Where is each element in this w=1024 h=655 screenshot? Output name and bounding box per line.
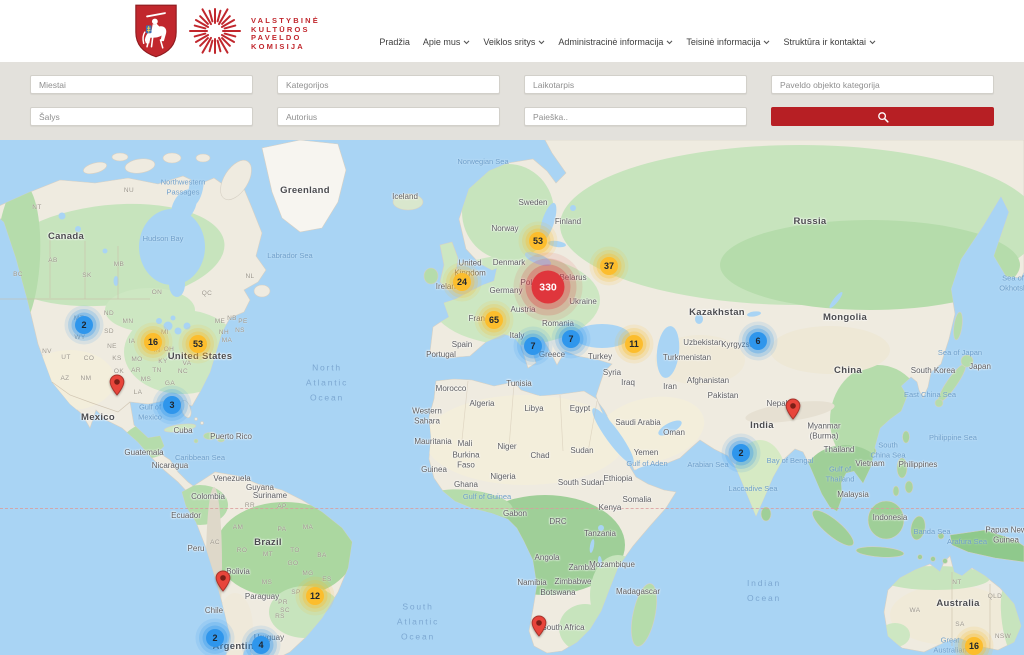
nav-item-label: Struktūra ir kontaktai: [783, 37, 866, 47]
vkpk-sunburst-logo: [188, 4, 242, 58]
chevron-down-icon: [538, 40, 545, 45]
filter-input-kategorijos[interactable]: [277, 75, 500, 94]
chevron-down-icon: [869, 40, 876, 45]
cluster-marker[interactable]: 330: [532, 271, 565, 304]
cluster-marker[interactable]: 7: [562, 330, 580, 348]
cluster-count: 16: [965, 637, 983, 655]
cluster-count: 330: [532, 271, 565, 304]
cluster-marker[interactable]: 6: [749, 332, 767, 350]
cluster-count: 6: [749, 332, 767, 350]
cluster-count: 53: [189, 335, 207, 353]
cluster-marker[interactable]: 2: [206, 629, 224, 647]
nav-item-label: Pradžia: [379, 37, 410, 47]
cluster-marker[interactable]: 3: [163, 396, 181, 414]
cluster-count: 3: [163, 396, 181, 414]
org-name: VALSTYBINĖ KULTŪROS PAVELDO KOMISIJA: [251, 17, 320, 51]
cluster-count: 2: [75, 316, 93, 334]
cluster-marker[interactable]: 53: [529, 232, 547, 250]
cluster-count: 2: [732, 444, 750, 462]
cluster-count: 7: [562, 330, 580, 348]
nav-item-label: Teisinė informacija: [686, 37, 760, 47]
org-name-line: KOMISIJA: [251, 43, 320, 52]
nav-item-teisinė-informacija[interactable]: Teisinė informacija: [686, 37, 770, 47]
nav-item-struktūra-ir-kontaktai[interactable]: Struktūra ir kontaktai: [783, 37, 876, 47]
map-pin[interactable]: [786, 398, 801, 420]
cluster-count: 24: [453, 273, 471, 291]
cluster-marker[interactable]: 2: [732, 444, 750, 462]
cluster-count: 12: [306, 587, 324, 605]
filter-input-paieška[interactable]: [524, 107, 747, 126]
cluster-marker[interactable]: 4: [252, 636, 270, 654]
cluster-marker[interactable]: 16: [965, 637, 983, 655]
cluster-marker[interactable]: 37: [600, 257, 618, 275]
filter-bar: [0, 62, 1024, 140]
cluster-marker[interactable]: 12: [306, 587, 324, 605]
cluster-count: 7: [524, 337, 542, 355]
nav-item-label: Veiklos sritys: [483, 37, 535, 47]
cluster-count: 37: [600, 257, 618, 275]
cluster-marker[interactable]: 11: [625, 335, 643, 353]
site-header: VALSTYBINĖ KULTŪROS PAVELDO KOMISIJA Pra…: [0, 0, 1024, 62]
cluster-marker[interactable]: 24: [453, 273, 471, 291]
nav-item-veiklos-sritys[interactable]: Veiklos sritys: [483, 37, 545, 47]
nav-item-label: Apie mus: [423, 37, 461, 47]
world-map-graphic: [0, 140, 1024, 655]
main-nav: Pradžia Apie mus Veiklos sritys Administrac…: [379, 37, 876, 47]
filter-input-paveldo-objekto-kategorija[interactable]: [771, 75, 994, 94]
search-icon: [877, 111, 889, 123]
filter-input-šalys[interactable]: [30, 107, 253, 126]
heritage-map-page: VALSTYBINĖ KULTŪROS PAVELDO KOMISIJA Pra…: [0, 0, 1024, 655]
cluster-count: 4: [252, 636, 270, 654]
filter-input-autorius[interactable]: [277, 107, 500, 126]
cluster-count: 11: [625, 335, 643, 353]
cluster-marker[interactable]: 7: [524, 337, 542, 355]
cluster-count: 2: [206, 629, 224, 647]
nav-item-label: Administracinė informacija: [558, 37, 663, 47]
equator-line: [0, 508, 1024, 509]
map-pin[interactable]: [216, 570, 231, 592]
search-button[interactable]: [771, 107, 994, 126]
map-viewport[interactable]: CanadaUnited StatesMexicoBrazilArgentina…: [0, 140, 1024, 655]
coat-of-arms-logo: [130, 3, 182, 59]
map-pin[interactable]: [532, 615, 547, 637]
site-logo[interactable]: VALSTYBINĖ KULTŪROS PAVELDO KOMISIJA: [130, 3, 320, 59]
map-pin[interactable]: [110, 374, 125, 396]
cluster-marker[interactable]: 65: [485, 311, 503, 329]
nav-item-apie-mus[interactable]: Apie mus: [423, 37, 471, 47]
cluster-marker[interactable]: 53: [189, 335, 207, 353]
nav-item-administracinė-informacija[interactable]: Administracinė informacija: [558, 37, 673, 47]
chevron-down-icon: [763, 40, 770, 45]
filter-input-laikotarpis[interactable]: [524, 75, 747, 94]
filter-input-miestai[interactable]: [30, 75, 253, 94]
chevron-down-icon: [463, 40, 470, 45]
cluster-count: 65: [485, 311, 503, 329]
filter-bar-grid: [0, 62, 1024, 126]
chevron-down-icon: [666, 40, 673, 45]
cluster-count: 16: [144, 333, 162, 351]
cluster-marker[interactable]: 2: [75, 316, 93, 334]
cluster-marker[interactable]: 16: [144, 333, 162, 351]
cluster-count: 53: [529, 232, 547, 250]
nav-item-pradžia[interactable]: Pradžia: [379, 37, 410, 47]
